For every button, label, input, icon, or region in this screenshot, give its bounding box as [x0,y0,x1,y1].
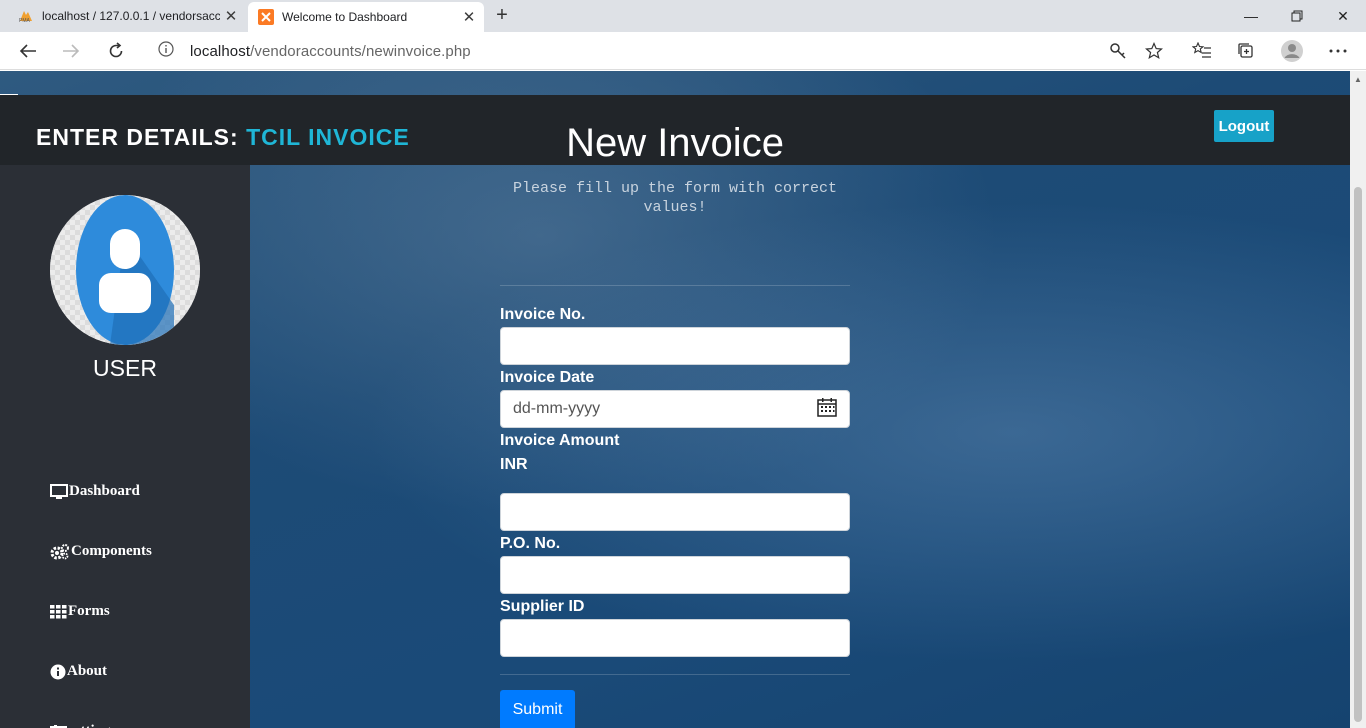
invoice-amount-field[interactable] [500,493,850,531]
favorites-list-icon[interactable] [1188,37,1216,65]
sidebar-item-forms[interactable]: Forms [50,603,110,620]
currency-label: INR [500,456,528,473]
calendar-icon[interactable] [817,397,837,422]
user-avatar-icon [50,195,200,345]
more-options-icon[interactable] [1324,37,1352,65]
browser-tabstrip: PMA localhost / 127.0.0.1 / vendorsacc ✕… [0,0,1366,32]
restore-icon[interactable] [1274,0,1320,32]
username: USER [93,355,157,381]
minimize-icon[interactable]: — [1228,0,1274,32]
page-title: New Invoice [566,121,784,165]
back-icon[interactable] [14,37,42,65]
brand-prefix: ENTER DETAILS: [36,124,239,150]
grid-icon [50,604,67,619]
invoice-amount-label: Invoice Amount [500,432,620,449]
close-window-icon[interactable]: ✕ [1320,0,1366,32]
sidebar-item-label: Components [71,543,152,559]
brand-title: ENTER DETAILS: TCIL INVOICE [36,124,410,151]
page-scrollbar[interactable]: ▲ [1350,71,1366,728]
invoice-no-field[interactable] [500,327,850,365]
invoice-no-label: Invoice No. [500,306,586,323]
tab-title: localhost / 127.0.0.1 / vendorsacc [42,9,220,23]
divider [500,285,850,286]
invoice-date-field[interactable]: dd-mm-yyyy [500,390,850,428]
url-field[interactable]: localhost/vendoraccounts/newinvoice.php [144,36,1174,66]
sidebar-item-about[interactable]: About [50,663,107,680]
forward-icon[interactable] [57,37,85,65]
phpmyadmin-icon: PMA [18,8,34,24]
collections-icon[interactable] [1232,37,1260,65]
xampp-icon [258,9,274,25]
close-tab-icon[interactable]: ✕ [220,7,242,25]
url-text: localhost/vendoraccounts/newinvoice.php [190,43,471,60]
po-no-label: P.O. No. [500,535,561,552]
sidebar-item-label: settings [68,723,116,728]
url-host: localhost [190,42,251,60]
submit-button[interactable]: Submit [500,690,575,728]
divider [500,674,850,675]
sidebar-item-label: Dashboard [69,483,140,499]
browser-tab-dashboard[interactable]: Welcome to Dashboard ✕ [248,2,484,32]
invoice-date-placeholder: dd-mm-yyyy [513,400,601,417]
sidebar-item-label: About [67,663,108,679]
po-no-field[interactable] [500,556,850,594]
close-tab-icon[interactable]: ✕ [458,8,480,26]
supplier-id-field[interactable] [500,619,850,657]
key-icon[interactable] [1104,37,1132,65]
page-viewport: ENTER DETAILS: TCIL INVOICE Logout USER [0,71,1350,728]
sidebar-item-settings[interactable]: settings [50,723,116,728]
sidebar-item-dashboard[interactable]: Dashboard [50,483,140,500]
profile-avatar-icon[interactable] [1278,37,1306,65]
scrollbar-thumb[interactable] [1354,187,1362,722]
form-subtitle: Please fill up the form with correct val… [512,180,838,216]
browser-tab-phpmyadmin[interactable]: PMA localhost / 127.0.0.1 / vendorsacc ✕ [8,0,246,32]
sidebar: USER Dashboard Components Forms About [0,165,250,728]
refresh-icon[interactable] [102,37,130,65]
invoice-date-label: Invoice Date [500,369,595,386]
info-icon[interactable] [158,40,178,62]
favorite-star-icon[interactable] [1140,37,1168,65]
brand-accent: TCIL INVOICE [246,124,410,150]
sliders-icon [50,724,67,728]
monitor-icon [50,483,68,500]
gears-icon [50,543,70,560]
url-path: /vendoraccounts/newinvoice.php [250,42,471,60]
svg-text:PMA: PMA [19,18,31,23]
info-icon [50,664,66,680]
sidebar-item-components[interactable]: Components [50,543,152,560]
address-bar: localhost/vendoraccounts/newinvoice.php [0,32,1366,70]
scroll-up-icon[interactable]: ▲ [1354,75,1362,84]
new-tab-button[interactable]: + [490,4,514,28]
tab-title: Welcome to Dashboard [282,10,408,24]
avatar [50,195,200,345]
supplier-id-label: Supplier ID [500,598,585,615]
logout-button[interactable]: Logout [1214,110,1274,142]
sidebar-item-label: Forms [68,603,110,619]
